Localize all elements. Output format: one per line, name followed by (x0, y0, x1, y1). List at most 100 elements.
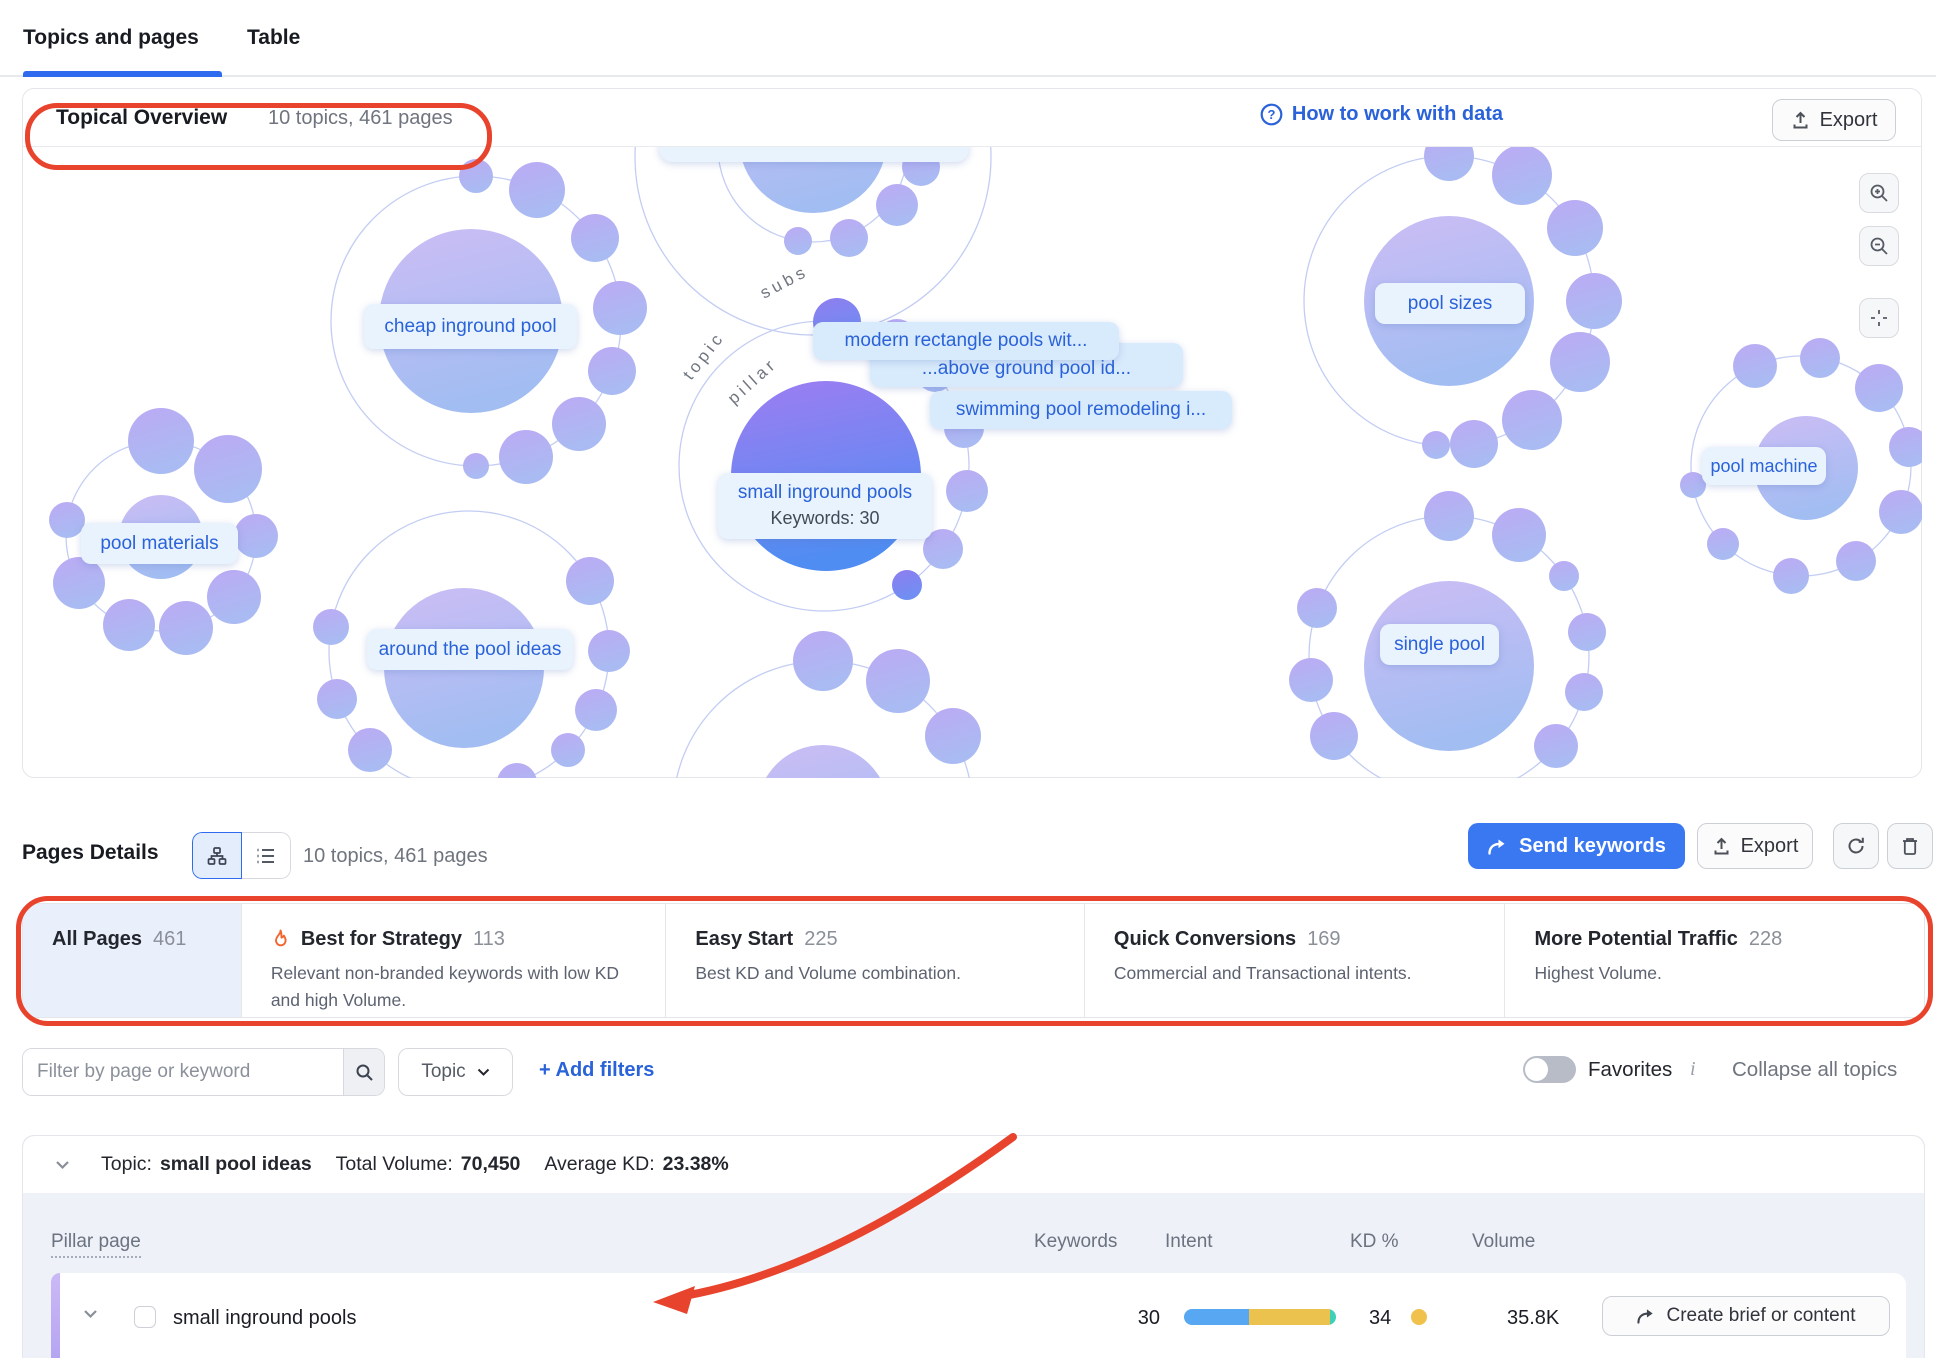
row-kd-value: 34 (1369, 1307, 1391, 1330)
tab-easy-start-label: Easy Start (695, 928, 793, 951)
zoom-in-icon (1869, 183, 1889, 203)
topic-filter-dropdown[interactable]: Topic (398, 1048, 513, 1096)
overview-header: Topical Overview 10 topics, 461 pages ? … (23, 89, 1921, 147)
tab-all-pages-count: 461 (153, 928, 186, 951)
send-keywords-label: Send keywords (1519, 835, 1666, 858)
tab-best-for-strategy-desc: Relevant non-branded keywords with low K… (271, 960, 630, 1014)
list-icon (256, 846, 276, 866)
export-button-top[interactable]: Export (1772, 99, 1896, 141)
row-page-name: small inground pools (173, 1307, 356, 1330)
row-volume-value: 35.8K (1507, 1307, 1559, 1330)
pillar-tooltip[interactable]: small inground pools Keywords: 30 (718, 473, 932, 539)
search-button[interactable] (343, 1049, 384, 1095)
row-checkbox[interactable] (134, 1306, 156, 1328)
export-button-bottom[interactable]: Export (1697, 823, 1813, 869)
trash-icon (1900, 836, 1920, 856)
tab-topics-and-pages[interactable]: Topics and pages (23, 0, 199, 75)
column-keywords: Keywords (1034, 1231, 1117, 1253)
toggle-knob (1525, 1058, 1548, 1081)
top-cluster-label-clipped[interactable] (659, 147, 969, 162)
tab-easy-start[interactable]: Easy Start225 Best KD and Volume combina… (665, 904, 1084, 1017)
filter-search (22, 1048, 385, 1096)
collapse-all-topics-link[interactable]: Collapse all topics (1732, 1058, 1897, 1082)
tab-quick-conversions-desc: Commercial and Transactional intents. (1114, 960, 1434, 987)
cluster-label-cheap-inground-pool[interactable]: cheap inground pool (364, 304, 577, 349)
tooltip-swimming-pool-remodeling[interactable]: swimming pool remodeling i... (930, 391, 1232, 429)
tab-more-potential-traffic-count: 228 (1749, 928, 1782, 951)
cluster-label-pool-machine[interactable]: pool machine (1702, 447, 1826, 485)
orbit-word-subs: subs (757, 261, 812, 302)
refresh-icon (1846, 836, 1866, 856)
active-tab-underline (23, 71, 222, 77)
top-tabbar: Topics and pages Table (0, 0, 1936, 77)
tab-all-pages[interactable]: All Pages461 (23, 904, 241, 1017)
total-volume-label: Total Volume: (336, 1153, 453, 1176)
create-brief-label: Create brief or content (1666, 1305, 1855, 1327)
cluster-bottom-partial[interactable] (673, 631, 981, 778)
svg-text:?: ? (1267, 107, 1275, 122)
chevron-down-icon (477, 1068, 490, 1077)
cluster-label-pool-materials[interactable]: pool materials (81, 523, 238, 564)
delete-button[interactable] (1887, 823, 1933, 869)
map-zoom-in-button[interactable] (1859, 173, 1899, 213)
favorites-toggle[interactable] (1523, 1056, 1576, 1083)
topical-map[interactable]: subs topic pillar (24, 147, 1922, 778)
intent-bar (1184, 1309, 1336, 1325)
pillar-tooltip-keywords: Keywords: 30 (770, 508, 879, 530)
export-bottom-label: Export (1741, 835, 1799, 858)
topical-map-svg: subs topic pillar (24, 147, 1922, 778)
table-row-small-inground-pools[interactable]: small inground pools 30 34 35.8K Create … (51, 1273, 1906, 1358)
tooltip-modern-rectangle-pools[interactable]: modern rectangle pools wit... (813, 322, 1119, 360)
topic-dropdown-label: Topic (421, 1061, 465, 1083)
row-keywords-value: 30 (1103, 1307, 1160, 1330)
view-toggle (192, 832, 291, 879)
refresh-button[interactable] (1833, 823, 1879, 869)
create-brief-button[interactable]: Create brief or content (1602, 1296, 1890, 1336)
tab-best-for-strategy-count: 113 (473, 928, 505, 951)
pillar-tooltip-title: small inground pools (738, 482, 912, 505)
kd-difficulty-dot (1411, 1309, 1427, 1325)
average-kd-label: Average KD: (544, 1153, 654, 1176)
column-kd: KD % (1350, 1231, 1399, 1253)
question-circle-icon: ? (1260, 103, 1283, 126)
how-to-work-with-data-link[interactable]: ? How to work with data (1260, 103, 1503, 126)
cluster-label-around-the-pool-ideas[interactable]: around the pool ideas (367, 629, 573, 670)
topic-collapse-chevron[interactable] (55, 1160, 70, 1170)
column-pillar-page[interactable]: Pillar page (51, 1231, 141, 1258)
tab-quick-conversions[interactable]: Quick Conversions169 Commercial and Tran… (1084, 904, 1505, 1017)
tab-more-potential-traffic-desc: Highest Volume. (1534, 960, 1888, 987)
search-icon (355, 1063, 374, 1082)
tab-more-potential-traffic-label: More Potential Traffic (1534, 928, 1737, 951)
topic-name: small pool ideas (160, 1153, 312, 1176)
add-filters-link[interactable]: + Add filters (539, 1059, 654, 1082)
topic-group-card: Topic: small pool ideas Total Volume: 70… (22, 1135, 1925, 1358)
info-icon[interactable]: i (1690, 1058, 1696, 1081)
map-zoom-out-button[interactable] (1859, 226, 1899, 266)
row-expand-chevron[interactable] (83, 1309, 98, 1319)
upload-icon (1712, 837, 1731, 856)
topical-overview-card: Topical Overview 10 topics, 461 pages ? … (22, 88, 1922, 778)
cluster-label-pool-sizes[interactable]: pool sizes (1375, 283, 1525, 324)
total-volume-value: 70,450 (461, 1153, 521, 1176)
tab-best-for-strategy-label: Best for Strategy (301, 928, 462, 951)
tab-best-for-strategy[interactable]: Best for Strategy 113 Relevant non-brande… (241, 904, 666, 1017)
cluster-top-partial[interactable] (635, 147, 991, 335)
send-keywords-button[interactable]: Send keywords (1468, 823, 1685, 869)
view-toggle-map-button[interactable] (192, 832, 242, 879)
tab-table[interactable]: Table (247, 0, 300, 75)
pages-details-title: Pages Details (22, 841, 159, 865)
center-crosshair-icon (1869, 308, 1889, 328)
favorites-label: Favorites (1588, 1058, 1672, 1082)
search-input[interactable] (23, 1049, 343, 1095)
chevron-down-icon (55, 1160, 70, 1170)
overview-title: Topical Overview (56, 106, 227, 130)
view-toggle-list-button[interactable] (242, 832, 292, 879)
orbit-word-topic: topic (679, 328, 728, 384)
tab-more-potential-traffic[interactable]: More Potential Traffic 228 Highest Volume… (1504, 904, 1924, 1017)
flame-icon (271, 929, 290, 951)
cluster-small-inground-pools[interactable]: subs topic pillar (679, 261, 988, 611)
pages-details-subtitle: 10 topics, 461 pages (303, 845, 488, 868)
map-center-button[interactable] (1859, 298, 1899, 338)
zoom-out-icon (1869, 236, 1889, 256)
cluster-label-single-pool[interactable]: single pool (1380, 624, 1499, 665)
